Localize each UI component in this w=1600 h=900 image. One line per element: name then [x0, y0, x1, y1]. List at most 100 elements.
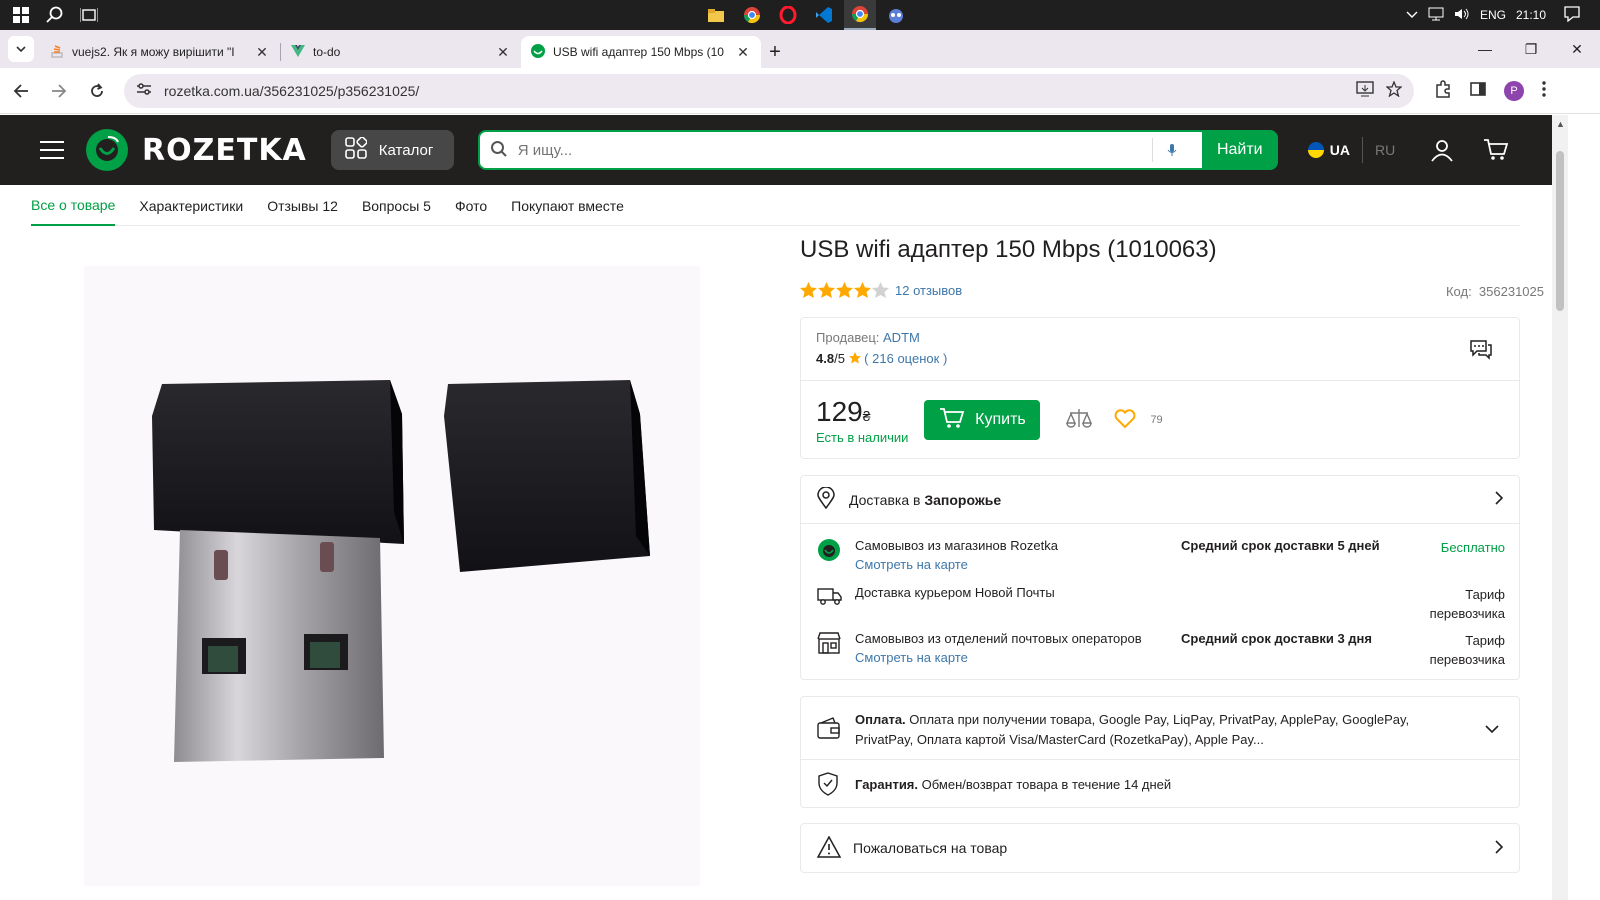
map-link[interactable]: Смотреть на карте: [855, 650, 968, 665]
forward-icon[interactable]: [42, 74, 76, 108]
lang-ru[interactable]: RU: [1375, 142, 1395, 158]
close-window-icon[interactable]: ✕: [1554, 30, 1600, 68]
availability-status: Есть в наличии: [816, 429, 909, 445]
catalog-label: Каталог: [378, 141, 434, 159]
side-panel-icon[interactable]: [1470, 81, 1486, 100]
new-tab-button[interactable]: +: [761, 38, 789, 66]
chat-seller-icon[interactable]: [1469, 338, 1493, 365]
tab-bought-together[interactable]: Покупают вместе: [511, 185, 624, 226]
reviews-link[interactable]: 12 отзывов: [895, 283, 962, 298]
task-view-icon[interactable]: [74, 0, 104, 30]
chevron-right-icon: [1495, 839, 1504, 857]
seller-name-link[interactable]: ADTM: [883, 330, 920, 345]
tab-reviews[interactable]: Отзывы 12: [267, 185, 338, 226]
complain-link[interactable]: Пожаловаться на товар: [800, 823, 1520, 873]
file-explorer-icon[interactable]: [700, 0, 732, 30]
delivery-price: Тариф перевозчика: [1430, 631, 1505, 669]
profile-avatar[interactable]: P: [1504, 80, 1524, 101]
user-icon[interactable]: [1429, 137, 1455, 163]
microphone-icon[interactable]: [1151, 138, 1192, 162]
chevron-up-icon[interactable]: [1406, 8, 1418, 22]
rozetka-favicon-icon: [531, 43, 545, 61]
heart-icon[interactable]: [1114, 408, 1136, 432]
browser-tab-active[interactable]: USB wifi адаптер 150 Mbps (10 ✕: [521, 36, 761, 68]
product-code-value: 356231025: [1478, 284, 1544, 299]
delivery-option: Доставка курьером Новой Почты Тариф пере…: [817, 585, 1505, 625]
search-button[interactable]: Найти: [1201, 130, 1278, 170]
delivery-term: Средний срок доставки 5 дней: [1181, 538, 1380, 553]
seller-ratings-link[interactable]: 216 оценок: [872, 351, 939, 366]
browser-tabstrip: vuejs2. Як я можу вирішити "I ✕ to-do ✕ …: [0, 30, 1600, 68]
chevron-down-icon[interactable]: [1485, 719, 1499, 739]
complain-text: Пожаловаться на товар: [853, 840, 1008, 856]
browser-tab[interactable]: vuejs2. Як я можу вирішити "I ✕: [40, 36, 280, 68]
close-icon[interactable]: ✕: [495, 44, 511, 61]
bookmark-star-icon[interactable]: [1385, 80, 1403, 100]
star-icon: [818, 282, 835, 298]
notifications-icon[interactable]: [1564, 5, 1580, 25]
search-input[interactable]: [517, 141, 1142, 159]
close-icon[interactable]: ✕: [254, 44, 270, 61]
delivery-price-line2: перевозчика: [1429, 606, 1505, 621]
search-box: [477, 130, 1202, 170]
tab-questions[interactable]: Вопросы 5: [362, 185, 431, 226]
menu-burger-icon[interactable]: [40, 141, 64, 159]
courier-truck-icon: [817, 585, 843, 610]
buy-row: 129₴ Есть в наличии Купить 79: [801, 381, 1519, 459]
star-icon: [854, 282, 871, 298]
browser-toolbar: rozetka.com.ua/356231025/p356231025/ P: [0, 68, 1600, 114]
input-language[interactable]: ENG: [1480, 8, 1506, 22]
browser-tab[interactable]: to-do ✕: [281, 36, 521, 68]
seller-row: Продавец: ADTM 4.8/5 ( 216 оценок ): [801, 318, 1519, 381]
tab-all-about[interactable]: Все о товаре: [31, 185, 116, 226]
compare-scales-icon[interactable]: [1066, 407, 1093, 434]
lang-ua[interactable]: UA: [1330, 142, 1350, 158]
page-scrollbar[interactable]: ▲: [1552, 115, 1568, 900]
address-bar[interactable]: rozetka.com.ua/356231025/p356231025/: [124, 73, 1414, 108]
url-text[interactable]: rozetka.com.ua/356231025/p356231025/: [164, 83, 1344, 99]
search-icon[interactable]: [40, 0, 70, 30]
window-controls: — ❐ ✕: [1462, 30, 1600, 68]
delivery-option: Самовывоз из отделений почтовых оператор…: [817, 631, 1505, 671]
payment-row[interactable]: Оплата. Оплата при получении товара, Goo…: [801, 697, 1519, 760]
install-app-icon[interactable]: [1356, 81, 1374, 100]
search-bar: Найти: [477, 130, 1278, 170]
restore-icon[interactable]: ❐: [1508, 30, 1554, 68]
warranty-text: Обмен/возврат товара в течение 14 дней: [921, 776, 1172, 792]
extensions-icon[interactable]: [1434, 80, 1452, 101]
tab-search-button[interactable]: [8, 36, 34, 62]
windows-start-icon[interactable]: [6, 0, 36, 30]
tab-characteristics[interactable]: Характеристики: [139, 185, 243, 226]
delivery-city: Запорожье: [924, 491, 1002, 508]
vscode-icon[interactable]: [808, 0, 840, 30]
logo-text: ROZETKA: [142, 132, 307, 168]
site-logo[interactable]: ROZETKA: [86, 129, 307, 171]
volume-icon[interactable]: [1454, 7, 1470, 24]
network-icon[interactable]: [1428, 7, 1444, 24]
cart-icon[interactable]: [1483, 137, 1509, 163]
chrome-profile-icon[interactable]: [844, 0, 876, 30]
buy-button[interactable]: Купить: [924, 400, 1041, 440]
product-image[interactable]: [84, 266, 700, 886]
scroll-up-icon[interactable]: ▲: [1556, 119, 1565, 129]
site-info-icon[interactable]: [136, 82, 152, 99]
map-link[interactable]: Смотреть на карте: [855, 557, 968, 572]
opera-icon[interactable]: [772, 0, 804, 30]
back-icon[interactable]: [4, 74, 38, 108]
clock[interactable]: 21:10: [1516, 8, 1546, 22]
close-icon[interactable]: ✕: [735, 44, 751, 61]
payment-warranty-card: Оплата. Оплата при получении товара, Goo…: [800, 696, 1520, 808]
windows-taskbar: ENG 21:10: [0, 0, 1600, 30]
chrome-icon[interactable]: [736, 0, 768, 30]
app-icon[interactable]: [880, 0, 912, 30]
delivery-header[interactable]: Доставка в Запорожье: [801, 476, 1519, 524]
price: 129₴: [816, 396, 908, 428]
tab-photo[interactable]: Фото: [455, 185, 487, 226]
minimize-icon[interactable]: —: [1462, 30, 1508, 68]
catalog-grid-icon: [344, 136, 368, 163]
reload-icon[interactable]: [80, 74, 114, 108]
catalog-button[interactable]: Каталог: [330, 130, 454, 170]
scrollbar-thumb[interactable]: [1556, 151, 1564, 311]
more-menu-icon[interactable]: [1542, 81, 1546, 100]
delivery-option-name: Доставка курьером Новой Почты: [855, 585, 1055, 600]
